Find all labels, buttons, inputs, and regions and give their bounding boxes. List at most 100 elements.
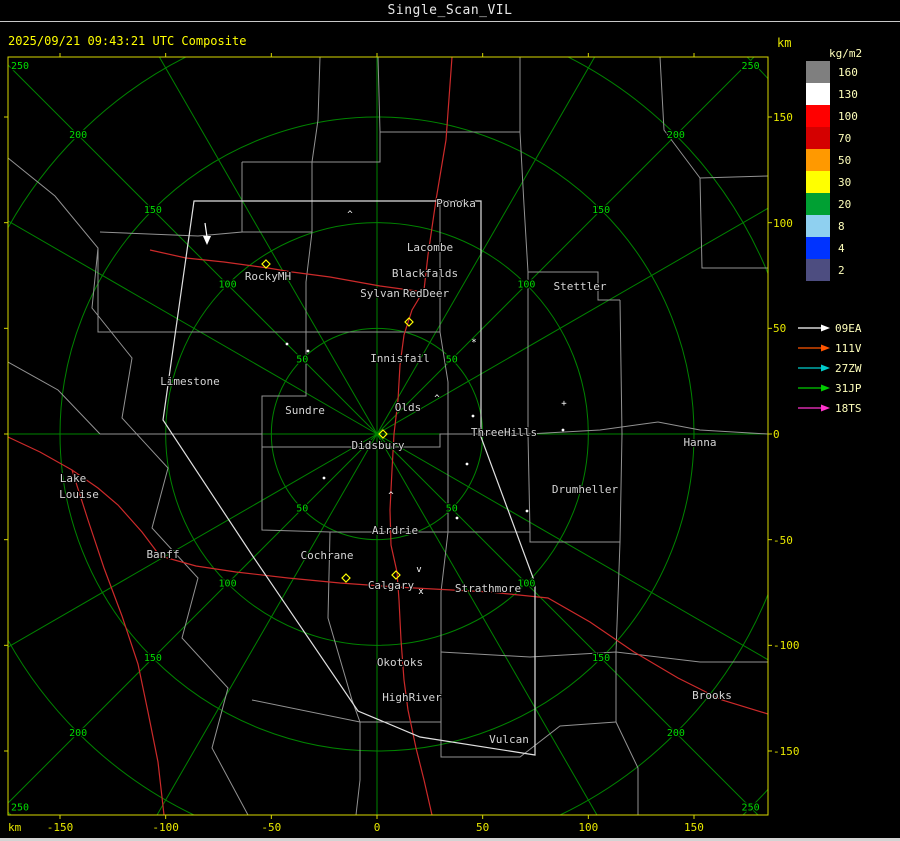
azimuth-line <box>376 433 598 815</box>
range-ring-label: 250 <box>11 61 29 72</box>
city-label: Limestone <box>160 375 220 388</box>
range-ring-label: 50 <box>296 354 308 365</box>
bottom-axis-unit-label: km <box>8 821 22 834</box>
track-arrow-icon <box>798 364 830 372</box>
track-arrow-icon <box>798 404 830 412</box>
storm-track-arrow <box>203 236 211 245</box>
x-axis-tick-label: 50 <box>476 821 490 834</box>
range-ring-label: 150 <box>144 653 162 664</box>
point-glyph: ^ <box>347 210 353 220</box>
colorbar-value: 2 <box>838 263 845 277</box>
colorbar-value: 4 <box>838 241 845 255</box>
municipal-boundary <box>305 57 321 332</box>
colorbar-value: 160 <box>838 65 858 79</box>
point-glyph: v <box>416 565 421 575</box>
range-ring-label: 200 <box>667 130 685 141</box>
track-legend-item: 111V <box>797 338 862 358</box>
city-label: Sylvan <box>360 287 400 300</box>
colorbar-entry: 20 <box>806 193 858 215</box>
range-ring <box>8 57 768 815</box>
city-label: ThreeHills <box>471 426 537 439</box>
track-arrow-icon <box>798 384 830 392</box>
city-diamond-marker <box>341 573 351 583</box>
municipal-boundary <box>355 722 361 815</box>
colorbar-title: kg/m2 <box>829 47 863 60</box>
colorbar-value: 100 <box>838 109 858 123</box>
point-marker <box>471 414 475 418</box>
city-label: Hanna <box>683 436 716 449</box>
city-label: Innisfail <box>370 352 430 365</box>
y-axis-tick-label: -50 <box>773 533 793 547</box>
city-label: Drumheller <box>552 483 619 496</box>
municipal-boundary <box>699 175 768 179</box>
city-label: Lake <box>60 472 87 485</box>
x-axis-tick-label: -50 <box>261 821 282 834</box>
x-axis-tick-label: -150 <box>46 821 74 834</box>
track-legend-item: 18TS <box>797 398 862 418</box>
colorbar-entry: 4 <box>806 237 858 259</box>
x-axis-tick-label: 150 <box>684 821 704 834</box>
range-ring-label: 150 <box>592 653 610 664</box>
city-label: Blackfalds <box>392 267 458 280</box>
y-axis-tick-label: 100 <box>773 216 793 230</box>
municipal-boundary <box>615 299 623 722</box>
track-id: 27ZW <box>835 361 862 375</box>
range-ring-label: 150 <box>144 205 162 216</box>
point-marker <box>455 516 459 520</box>
municipal-boundary <box>97 248 160 333</box>
range-ring-label: 200 <box>69 728 87 739</box>
municipal-boundary <box>440 447 449 652</box>
right-axis: 150 100 50 0 -50 -100 -150 <box>771 0 811 841</box>
colorbar-swatch <box>806 193 830 215</box>
city-label: Sundre <box>285 404 325 417</box>
colorbar-swatch <box>806 127 830 149</box>
range-ring-label: 250 <box>11 803 29 814</box>
range-ring-label: 200 <box>667 728 685 739</box>
highway-line <box>71 469 165 815</box>
colorbar-entry: 100 <box>806 105 858 127</box>
track-arrow-icon <box>798 324 830 332</box>
colorbar-entry: 160 <box>806 61 858 83</box>
radar-map[interactable]: 50 5050 50100 100100 100150 150150 150200 20020… <box>4 53 772 819</box>
point-glyph: x <box>418 587 424 597</box>
city-label: Olds <box>395 401 422 414</box>
range-ring-label: 50 <box>296 504 308 515</box>
colorbar-swatch <box>806 105 830 127</box>
range-ring-label: 100 <box>219 578 237 589</box>
y-axis-tick-label: 50 <box>773 322 787 336</box>
city-label: Banff <box>146 548 179 561</box>
city-label: Strathmore <box>455 582 521 595</box>
city-label: RedDeer <box>403 287 450 300</box>
city-label: Didsbury <box>352 439 405 452</box>
point-glyph: + <box>561 399 567 409</box>
city-label: RockyMH <box>245 270 291 283</box>
colorbar-entry: 8 <box>806 215 858 237</box>
colorbar-swatch <box>806 149 830 171</box>
range-ring-label: 250 <box>742 803 760 814</box>
city-label: Okotoks <box>377 656 423 669</box>
colorbar-swatch <box>806 259 830 281</box>
track-arrow-icon <box>798 344 830 352</box>
colorbar-swatch <box>806 61 830 83</box>
bottom-axis: -150 -100 -50 0 50 100 150 <box>0 821 780 835</box>
municipal-boundary <box>377 57 381 133</box>
colorbar-swatch <box>806 215 830 237</box>
range-ring-label: 100 <box>517 280 535 291</box>
track-id: 18TS <box>835 401 862 415</box>
colorbar-value: 30 <box>838 175 852 189</box>
colorbar-entry: 30 <box>806 171 858 193</box>
city-label: Ponoka <box>436 197 476 210</box>
track-id: 31JP <box>835 381 862 395</box>
track-legend-item: 27ZW <box>797 358 862 378</box>
city-label: Louise <box>59 488 99 501</box>
municipal-boundary <box>8 157 249 815</box>
city-label: Brooks <box>692 689 732 702</box>
municipal-boundary <box>657 421 768 435</box>
azimuth-line <box>158 57 378 435</box>
municipal-boundary <box>99 162 243 237</box>
municipal-boundary <box>8 361 101 435</box>
point-marker <box>306 349 310 353</box>
point-marker <box>465 462 469 466</box>
city-label: Vulcan <box>489 733 529 746</box>
colorbar-value: 70 <box>838 131 852 145</box>
